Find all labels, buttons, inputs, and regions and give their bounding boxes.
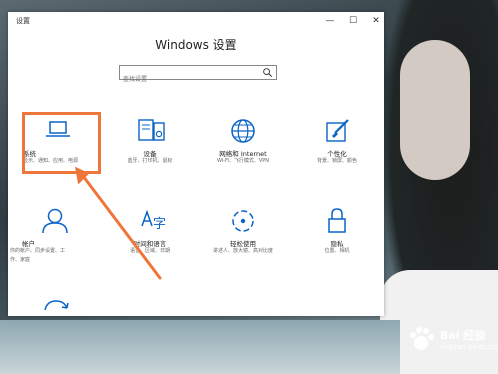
title-bar[interactable]: 设置 — ☐ ✕ <box>8 12 384 32</box>
settings-window: 设置 — ☐ ✕ Windows 设置 系统 显示、通知、应用、电源 设备 蓝牙… <box>8 12 384 316</box>
wallpaper-face <box>400 40 470 180</box>
maximize-button[interactable]: ☐ <box>347 15 359 27</box>
page-title: Windows 设置 <box>155 38 237 52</box>
tile-personalization[interactable]: 个性化 背景、锁屏、颜色 <box>292 118 382 168</box>
lock-icon <box>328 208 346 233</box>
minimize-button[interactable]: — <box>324 15 336 27</box>
time-language-icon: 字 <box>141 209 166 232</box>
tile-ease-of-access[interactable]: 轻松使用 讲述人、放大镜、高对比度 <box>198 208 288 258</box>
svg-text:字: 字 <box>153 217 166 232</box>
devices-icon <box>138 119 165 141</box>
tile-description: 背景、锁屏、颜色 <box>316 158 357 164</box>
tile-privacy[interactable]: 隐私 位置、相机 <box>292 208 382 258</box>
tile-description: 讲述人、放大镜、高对比度 <box>212 248 273 254</box>
watermark-text: Bai 经验 <box>440 329 486 342</box>
ease-of-access-icon <box>232 210 254 232</box>
tile-description: 你的帐户、同步设置、工作、家庭 <box>10 248 66 263</box>
tile-time-language[interactable]: 字 时间和语言 语音、区域、日期 <box>105 208 195 258</box>
search-box[interactable] <box>119 65 277 86</box>
person-icon <box>42 208 68 234</box>
tile-description: 位置、相机 <box>324 248 350 254</box>
tile-devices[interactable]: 设备 蓝牙、打印机、鼠标 <box>105 118 195 168</box>
search-icon[interactable] <box>262 67 273 78</box>
wallpaper-floor <box>0 320 400 374</box>
highlight-box <box>22 112 101 174</box>
tile-description: Wi-Fi、飞行模式、VPN <box>216 158 270 164</box>
tile-network[interactable]: 网络和 Internet Wi-Fi、飞行模式、VPN <box>198 118 288 168</box>
tile-description: 蓝牙、打印机、鼠标 <box>127 158 173 164</box>
close-button[interactable]: ✕ <box>370 15 382 27</box>
paintbrush-icon <box>326 119 349 142</box>
watermark-url: jingyan.baidu.com <box>440 343 498 351</box>
tile-update-security[interactable] <box>10 298 100 316</box>
update-icon <box>44 300 69 311</box>
window-title: 设置 <box>16 17 30 25</box>
tile-description: 语音、区域、日期 <box>129 248 170 254</box>
search-input[interactable] <box>120 73 261 86</box>
globe-icon <box>231 119 255 143</box>
baidu-watermark: Bai 经验 jingyan.baidu.com <box>396 322 498 356</box>
paw-logo-icon <box>410 327 434 350</box>
tile-accounts[interactable]: 帐户 你的帐户、同步设置、工作、家庭 <box>10 208 100 263</box>
